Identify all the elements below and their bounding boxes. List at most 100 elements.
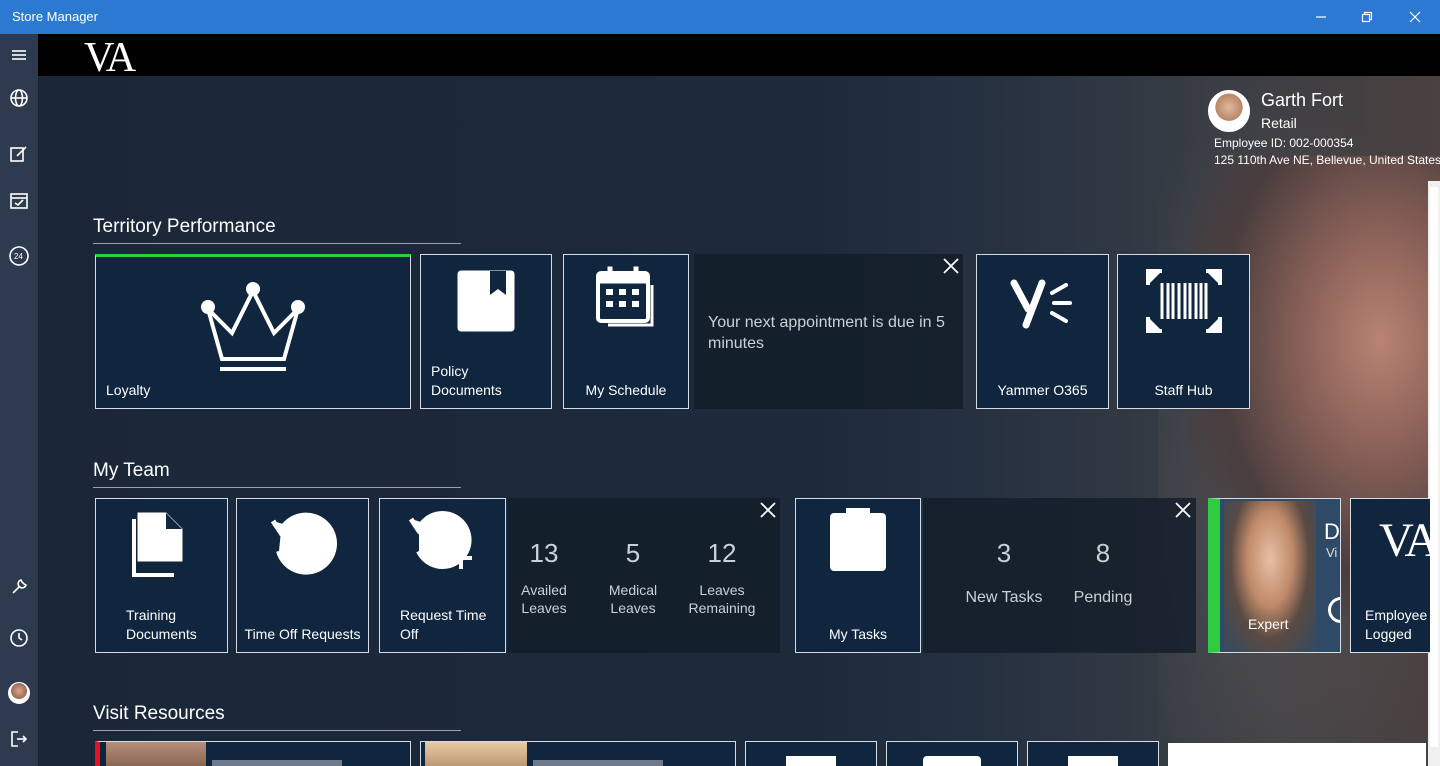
- play-icon: [1328, 597, 1340, 623]
- minimize-icon: [1316, 16, 1326, 18]
- tile-request-time-off[interactable]: Request Time Off: [379, 498, 506, 653]
- history-clock-icon: [237, 511, 368, 577]
- clock-icon: [10, 629, 28, 647]
- task-summary-panel: 3 New Tasks 8 Pending: [923, 498, 1196, 653]
- vertical-scrollbar[interactable]: [1428, 181, 1440, 766]
- nav-profile-button[interactable]: [5, 679, 33, 707]
- close-button[interactable]: [1392, 0, 1438, 34]
- profile-employee-id: Employee ID: 002-000354: [1214, 136, 1354, 150]
- tile-training-documents[interactable]: Training Documents: [95, 498, 228, 653]
- hamburger-menu-button[interactable]: [5, 41, 33, 69]
- medical-leaves-label: Medical Leaves: [608, 582, 658, 616]
- leaves-remaining-label: Leaves Remaining: [688, 582, 756, 616]
- profile-address: 125 110th Ave NE, Bellevue, United State…: [1214, 153, 1440, 167]
- pending-tasks-label: Pending: [1073, 589, 1133, 606]
- brand-logo: VA: [84, 35, 136, 81]
- documents-icon: [96, 511, 227, 577]
- calendar-icon: [564, 263, 688, 327]
- leave-summary-panel: 13 Availed Leaves 5 Medical Leaves 12 Le…: [508, 498, 780, 653]
- tile-label: Training Documents: [126, 607, 197, 642]
- tile-time-off-requests[interactable]: Time Off Requests: [236, 498, 369, 653]
- section-title-team: My Team: [93, 460, 170, 481]
- barcode-scan-icon: [1118, 269, 1249, 333]
- tile-my-tasks[interactable]: My Tasks: [795, 498, 921, 653]
- user-profile[interactable]: Garth Fort Retail Employee ID: 002-00035…: [1208, 88, 1440, 172]
- appointment-notice-panel: Your next appointment is due in 5 minute…: [694, 254, 963, 409]
- new-tasks-value: 3: [996, 538, 1012, 568]
- dismiss-tasks-button[interactable]: [1174, 501, 1192, 519]
- edit-icon: [10, 146, 27, 162]
- tile-yammer[interactable]: Yammer O365: [976, 254, 1109, 409]
- dismiss-leaves-button[interactable]: [759, 501, 777, 519]
- tile-visit-resource-2[interactable]: [420, 741, 736, 766]
- window-title: Store Manager: [12, 9, 98, 24]
- section-divider: [93, 243, 461, 244]
- new-tasks-label: New Tasks: [965, 589, 1043, 606]
- close-icon: [1175, 502, 1191, 518]
- expert-partial-title: D: [1324, 519, 1340, 544]
- 24-hour-icon: 24: [9, 246, 29, 266]
- appointment-text: Your next appointment is due in 5 minute…: [708, 314, 945, 352]
- employee-tile-logo: VA: [1379, 514, 1430, 567]
- nav-24h-button[interactable]: 24: [5, 242, 33, 270]
- tile-staff-hub[interactable]: Staff Hub: [1117, 254, 1250, 409]
- nav-signout-button[interactable]: [5, 725, 33, 753]
- resource-title-bar: [212, 760, 342, 766]
- availed-leaves-value: 13: [529, 538, 559, 568]
- dismiss-appointment-button[interactable]: [942, 257, 960, 275]
- resource-photo: [425, 742, 527, 766]
- tile-policy-documents[interactable]: Policy Documents: [420, 254, 552, 409]
- tile-visit-resource-4[interactable]: [886, 741, 1018, 766]
- minimize-button[interactable]: [1298, 0, 1344, 34]
- nav-edit-button[interactable]: [5, 140, 33, 168]
- history-add-icon: [380, 509, 505, 575]
- title-bar: Store Manager: [0, 0, 1440, 34]
- close-icon: [1409, 11, 1421, 23]
- svg-text:24: 24: [14, 252, 23, 261]
- nav-tools-button[interactable]: [5, 573, 33, 601]
- tile-my-schedule[interactable]: My Schedule: [563, 254, 689, 409]
- yammer-icon: [977, 273, 1108, 333]
- tile-visit-resource-1[interactable]: [95, 741, 411, 766]
- close-icon: [943, 258, 959, 274]
- restore-button[interactable]: [1344, 0, 1390, 34]
- medical-leaves-value: 5: [625, 538, 641, 568]
- profile-avatar: [1208, 90, 1250, 132]
- dashboard-canvas: [38, 76, 1440, 766]
- hamburger-icon: [12, 50, 26, 60]
- tile-employee-logged[interactable]: VA Employee Logged: [1350, 498, 1430, 653]
- tile-loyalty[interactable]: Loyalty: [95, 254, 411, 409]
- tile-visit-resource-6[interactable]: [1168, 743, 1426, 766]
- user-avatar-icon: [8, 682, 30, 704]
- section-title-territory: Territory Performance: [93, 216, 276, 237]
- book-icon: [421, 269, 551, 333]
- profile-name: Garth Fort: [1261, 90, 1344, 110]
- nav-history-button[interactable]: [5, 624, 33, 652]
- resource-title-bar: [533, 760, 663, 766]
- tile-visit-resource-5[interactable]: [1027, 741, 1159, 766]
- tile-label: Loyalty: [106, 382, 151, 398]
- left-nav-rail: 24: [0, 34, 38, 766]
- tile-label: Staff Hub: [1154, 382, 1213, 398]
- sign-out-icon: [11, 731, 28, 747]
- nav-globe-button[interactable]: [5, 84, 33, 112]
- calendar-check-icon: [10, 193, 28, 209]
- tile-visit-resource-3[interactable]: [745, 741, 877, 766]
- tile-expert[interactable]: D Vi Expert: [1208, 498, 1341, 653]
- scrollbar-thumb[interactable]: [1430, 187, 1438, 747]
- restore-icon: [1361, 11, 1373, 23]
- leaves-remaining-value: 12: [707, 538, 737, 568]
- nav-calendar-button[interactable]: [5, 186, 33, 214]
- availed-leaves-label: Availed Leaves: [521, 582, 567, 616]
- profile-role: Retail: [1261, 115, 1297, 131]
- expert-partial-subtitle: Vi: [1326, 545, 1338, 560]
- resource-photo: [106, 742, 206, 766]
- tile-label: My Tasks: [828, 626, 888, 642]
- section-title-visit: Visit Resources: [93, 703, 225, 724]
- resource-icon: [786, 756, 836, 766]
- tile-label: Yammer O365: [997, 382, 1088, 398]
- resource-icon: [923, 756, 981, 766]
- clipboard-checklist-icon: [796, 507, 920, 573]
- tile-label: Request Time Off: [400, 607, 487, 642]
- resource-icon: [1068, 756, 1118, 766]
